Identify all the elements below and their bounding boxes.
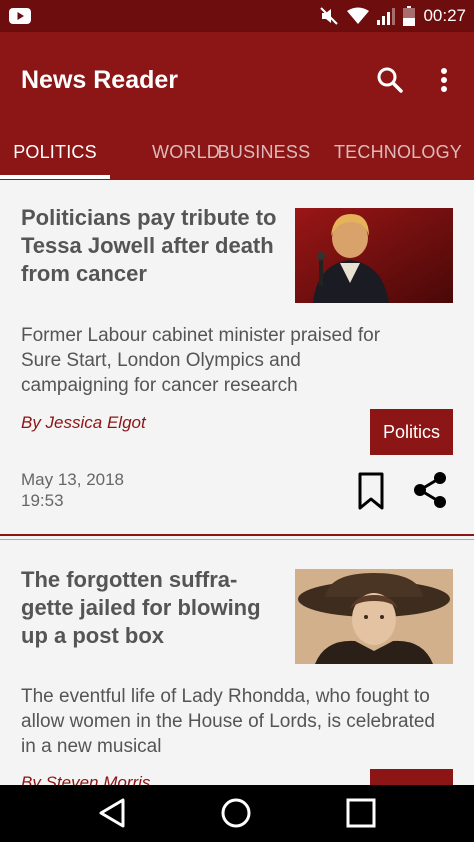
article-date-time: 19:53 [21, 491, 64, 510]
app-title: News Reader [21, 66, 179, 94]
article-card[interactable]: Politicians pay tribute to Tessa Jowell … [0, 180, 474, 535]
article-byline: By Jessica Elgot [21, 413, 146, 432]
home-icon[interactable] [220, 797, 252, 829]
article-list[interactable]: Politicians pay tribute to Tessa Jowell … [0, 180, 474, 785]
status-bar: 00:27 [0, 0, 474, 32]
tab-indicator [0, 175, 110, 179]
tab-bar: POLITICS WORLD BUSINESS TECHNOLOGY [0, 124, 474, 180]
article-headline[interactable]: Politicians pay tribute to Tessa Jowell … [21, 204, 286, 288]
signal-icon [377, 8, 396, 25]
back-icon[interactable] [97, 797, 129, 829]
article-byline: By Steven Morris [21, 773, 151, 785]
app-bar: News Reader POLITICS WORLD BUSINESS TECH… [0, 32, 474, 180]
tab-business[interactable]: BUSINESS [206, 124, 322, 180]
status-time: 00:27 [423, 6, 466, 25]
bookmark-icon[interactable] [355, 471, 387, 511]
search-icon[interactable] [374, 64, 406, 96]
more-vert-icon[interactable] [432, 64, 456, 96]
category-button[interactable]: Politics [370, 409, 453, 455]
recents-icon[interactable] [345, 797, 377, 829]
article-date: May 13, 2018 19:53 [21, 469, 124, 511]
article-summary: The eventful life of Lady Rhondda, who f… [21, 686, 436, 757]
tab-technology[interactable]: TECHNOLOGY [328, 124, 468, 180]
mute-icon [320, 7, 339, 25]
tab-politics[interactable]: POLITICS [0, 124, 110, 180]
category-button[interactable] [370, 769, 453, 785]
article-thumbnail[interactable] [295, 569, 453, 664]
battery-icon [403, 6, 416, 26]
article-photo-politician [295, 208, 453, 303]
article-date-day: May 13, 2018 [21, 470, 125, 489]
article-divider [0, 534, 474, 536]
article-headline[interactable]: The forgotten suffra-gette jailed for bl… [21, 566, 286, 650]
youtube-icon [9, 8, 31, 24]
system-nav-bar [0, 785, 474, 842]
article-summary: Former Labour cabinet minister praised f… [21, 325, 381, 396]
article-thumbnail[interactable] [295, 208, 453, 303]
share-icon[interactable] [410, 470, 450, 510]
article-photo-suffragette [295, 569, 453, 664]
article-card[interactable]: The forgotten suffra-gette jailed for bl… [0, 540, 474, 785]
wifi-icon [347, 7, 370, 24]
